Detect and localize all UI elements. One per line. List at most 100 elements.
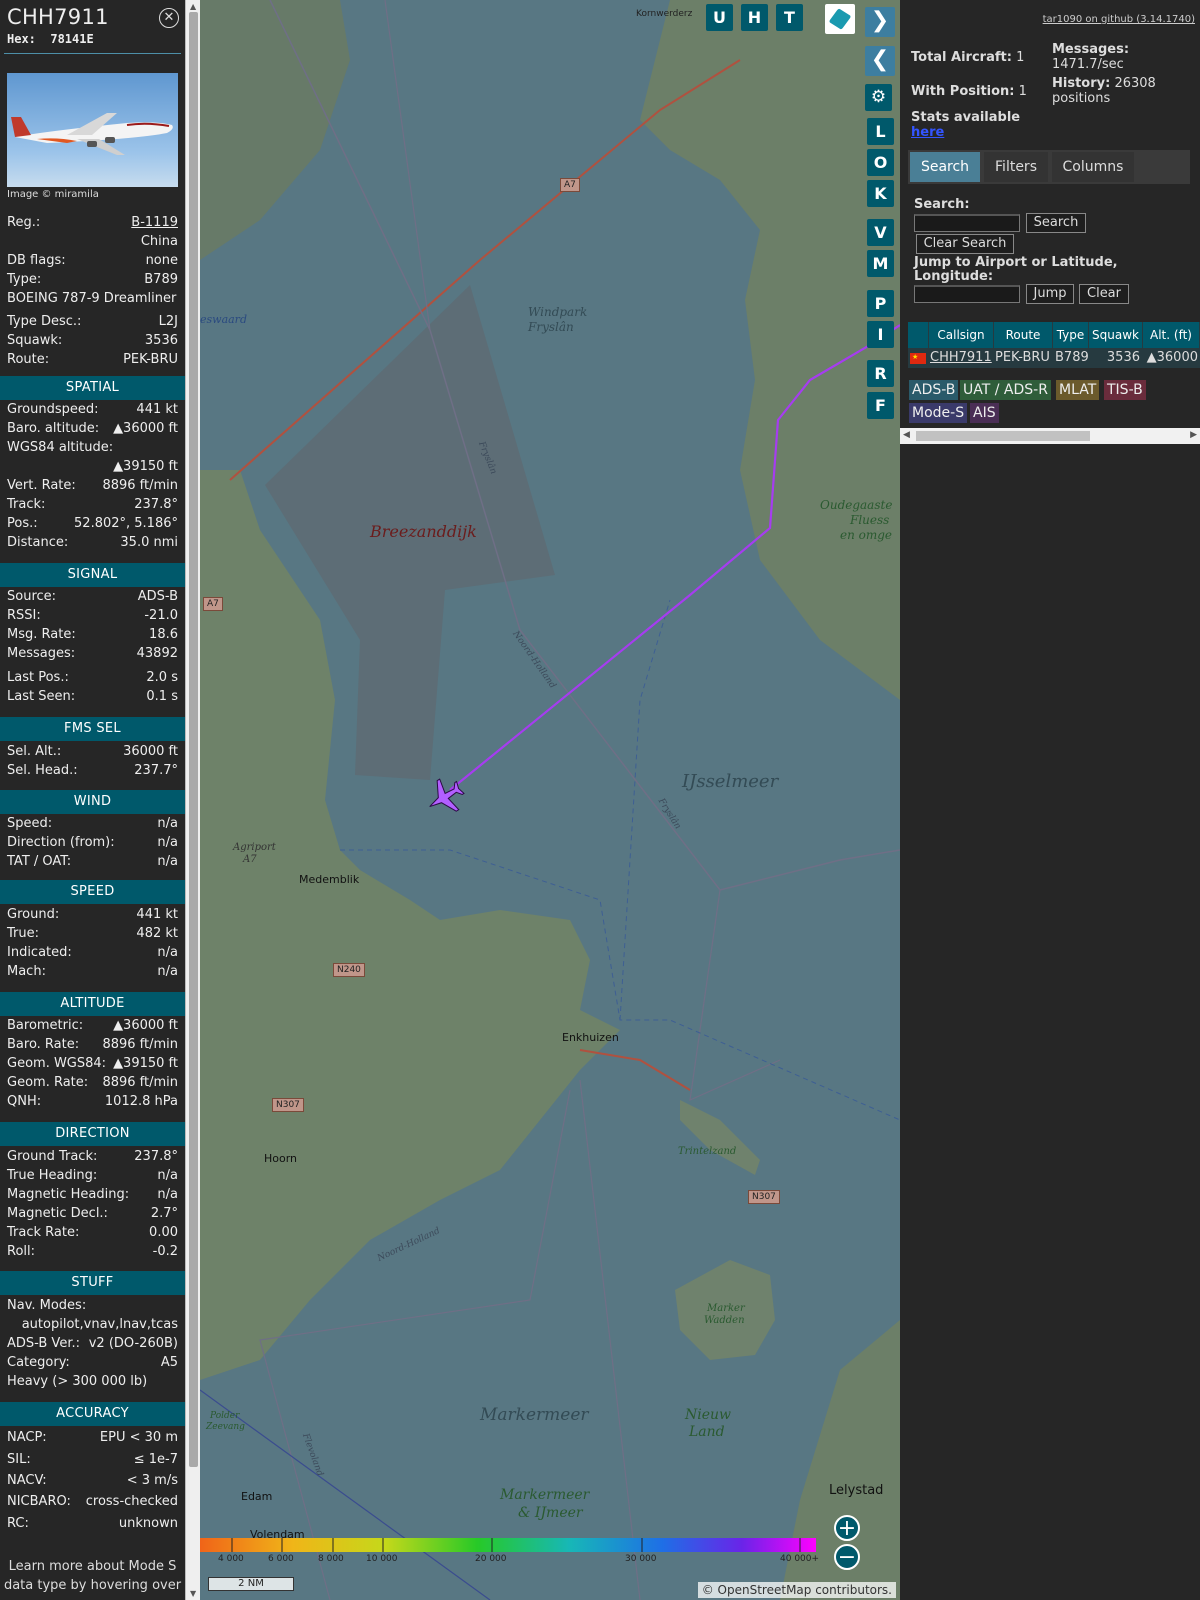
scroll-down-icon[interactable]: ▼ [190, 1589, 196, 1598]
detail-value: -0.2 [152, 1244, 178, 1259]
detail-row: Last Pos.: 2.0 s [7, 669, 178, 687]
image-credit: Image © miramila [7, 189, 99, 200]
stats-link[interactable]: here [911, 125, 944, 140]
map-button-o[interactable]: O [867, 149, 894, 176]
map-button-u[interactable]: U [706, 4, 733, 31]
label-eswaard: eswaard [200, 313, 247, 326]
section-header-direction: DIRECTION [0, 1122, 185, 1146]
map-button-v[interactable]: V [867, 219, 894, 246]
altitude-scale-label: 40 000+ [780, 1554, 820, 1564]
detail-label: Nav. Modes: [7, 1298, 87, 1313]
label-marker-wadden-1: Marker [707, 1303, 745, 1314]
detail-label: Last Pos.: [7, 670, 69, 685]
tab-search[interactable]: Search [910, 152, 980, 182]
detail-label: NACP: [7, 1430, 47, 1445]
detail-value: n/a [157, 816, 178, 831]
detail-label: SIL: [7, 1452, 31, 1467]
source-tag: AIS [970, 403, 999, 423]
scroll-thumb[interactable] [916, 431, 1090, 441]
clear-search-button[interactable]: Clear Search [916, 234, 1014, 254]
map-view[interactable]: Breezanddijk Windpark Fryslân IJsselmeer… [200, 0, 900, 1600]
detail-row: Sel. Head.: 237.7° [7, 762, 178, 780]
label-agriport-1: Agriport [233, 842, 276, 853]
gear-icon[interactable]: ⚙ [865, 84, 892, 111]
map-button-h[interactable]: H [741, 4, 768, 31]
hex-line: Hex: 78141E [7, 32, 94, 46]
detail-row: NICBARO: cross-checked [7, 1493, 178, 1511]
zoom-out-button[interactable]: − [834, 1544, 860, 1570]
detail-value: n/a [157, 945, 178, 960]
col-squawk[interactable]: Squawk [1089, 322, 1143, 348]
scroll-right-icon[interactable]: ▶ [1190, 430, 1197, 440]
map-attribution[interactable]: © OpenStreetMap contributors. [697, 1582, 896, 1598]
detail-row: Nav. Modes: [7, 1297, 178, 1315]
detail-row: NACP: EPU < 30 m [7, 1429, 178, 1447]
info-label: Type Desc.: [7, 314, 82, 329]
aircraft-photo[interactable] [7, 73, 178, 187]
info-panel-scrollbar[interactable]: ▲ ▼ [185, 0, 200, 1600]
col-route[interactable]: Route [994, 322, 1053, 348]
tab-filters[interactable]: Filters [984, 152, 1048, 182]
altitude-scale-label: 30 000 [625, 1554, 657, 1564]
map-button-m[interactable]: M [867, 250, 894, 277]
label-breezanddijk: Breezanddijk [370, 522, 477, 541]
map-button-i[interactable]: I [867, 321, 894, 348]
close-icon[interactable]: ✕ [159, 8, 179, 28]
scroll-thumb[interactable] [189, 12, 198, 1467]
github-link[interactable]: tar1090 on github (3.14.1740) [1043, 14, 1195, 25]
detail-label: Ground: [7, 907, 60, 922]
info-row: Type: B789 [7, 271, 178, 289]
clear-button[interactable]: Clear [1079, 284, 1129, 304]
detail-row: NACV: < 3 m/s [7, 1472, 178, 1490]
label-markermeer: Markermeer [480, 1405, 589, 1425]
map-button-f[interactable]: F [867, 392, 894, 419]
detail-row: RC: unknown [7, 1515, 178, 1533]
detail-row: Track: 237.8° [7, 496, 178, 514]
tab-columns[interactable]: Columns [1052, 152, 1134, 182]
map-button-t[interactable]: T [776, 4, 803, 31]
map-button-l[interactable]: L [867, 118, 894, 145]
scroll-up-icon[interactable]: ▲ [190, 2, 196, 11]
chevron-left-icon[interactable]: ❮ [865, 46, 895, 76]
col-flag[interactable] [908, 322, 929, 348]
jump-button[interactable]: Jump [1026, 284, 1074, 304]
detail-row: Sel. Alt.: 36000 ft [7, 743, 178, 761]
section-header-spatial: SPATIAL [0, 376, 185, 400]
label-polder-2: Zeevang [206, 1422, 245, 1432]
layers-button[interactable] [825, 4, 855, 34]
info-value: 3536 [144, 333, 178, 348]
label-trintelzand: Trintelzand [678, 1146, 737, 1157]
label-oudegaaste-1: Oudegaaste [820, 498, 893, 512]
row-callsign[interactable]: CHH7911 [930, 348, 992, 368]
detail-label: Barometric: [7, 1018, 84, 1033]
detail-row: autopilot,vnav,lnav,tcas [7, 1316, 178, 1334]
detail-value: 2.7° [150, 1206, 178, 1221]
total-aircraft: Total Aircraft: 1 [911, 50, 1025, 65]
map-button-k[interactable]: K [867, 180, 894, 207]
jump-input[interactable] [914, 285, 1020, 303]
search-button[interactable]: Search [1026, 213, 1086, 233]
scroll-left-icon[interactable]: ◀ [903, 430, 910, 440]
detail-row: Magnetic Decl.: 2.7° [7, 1205, 178, 1223]
col-callsign[interactable]: Callsign [929, 322, 994, 348]
detail-row: Direction (from): n/a [7, 834, 178, 852]
col-type[interactable]: Type [1053, 322, 1089, 348]
detail-value: < 3 m/s [126, 1473, 178, 1488]
zoom-in-button[interactable]: + [834, 1515, 860, 1541]
label-edam: Edam [241, 1490, 273, 1503]
col-altitude[interactable]: Alt. (ft) [1143, 322, 1200, 348]
detail-label: Baro. altitude: [7, 421, 100, 436]
detail-row: TAT / OAT: n/a [7, 853, 178, 871]
detail-label: Pos.: [7, 516, 38, 531]
info-value[interactable]: B-1119 [131, 214, 178, 232]
source-tag: TIS-B [1104, 380, 1146, 400]
label-hoorn: Hoorn [264, 1152, 298, 1165]
source-tag: MLAT [1056, 380, 1100, 400]
detail-value: 441 kt [136, 907, 178, 922]
search-input[interactable] [914, 214, 1020, 232]
chevron-right-icon[interactable]: ❯ [865, 7, 895, 37]
layers-icon [828, 8, 852, 30]
map-button-r[interactable]: R [867, 360, 894, 387]
table-scrollbar[interactable]: ◀ ▶ [900, 428, 1200, 444]
map-button-p[interactable]: P [867, 290, 894, 317]
